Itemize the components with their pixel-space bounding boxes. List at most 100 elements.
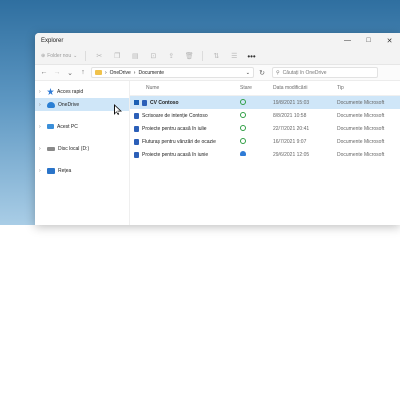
file-row[interactable]: Proiecte pentru acasă în iulie 22/7/2021… (130, 122, 400, 135)
file-date: 8/8/2021 10:58 (273, 112, 307, 119)
file-date: 22/7/2021 20:41 (273, 125, 310, 132)
file-row[interactable]: Fluturaș pentru vânzări de ocazie 16/7/2… (130, 135, 400, 148)
breadcrumb-separator: › (105, 69, 107, 76)
file-name-cell: Proiecte pentru acasă în iulie (130, 125, 240, 132)
new-folder-label: Folder nou (47, 53, 72, 59)
word-document-icon (134, 125, 139, 132)
file-type: Documente Microsoft (337, 125, 385, 132)
file-date: 16/7/2021 9:07 (273, 138, 307, 145)
title-bar[interactable]: Explorer — □ ✕ (35, 33, 400, 48)
network-icon (47, 167, 55, 174)
sidebar-item-local-disk[interactable]: › Disc local (D:) (35, 142, 129, 155)
sidebar-item-label: Acest PC (57, 123, 78, 130)
file-row[interactable]: Scrisoare de intenție Contoso 8/8/2021 1… (130, 109, 400, 122)
file-name: CV Contoso (150, 99, 179, 106)
address-dropdown-icon[interactable]: ⌄ (246, 70, 250, 76)
column-header-name[interactable]: Nume (130, 85, 240, 91)
minimize-button[interactable]: — (337, 33, 358, 48)
expand-chevron-icon[interactable]: › (39, 168, 44, 174)
up-arrow-icon[interactable]: ↑ (78, 67, 88, 79)
pc-icon (47, 124, 54, 129)
sidebar-item-label: Disc local (D:) (58, 145, 90, 152)
sync-ok-icon (240, 111, 246, 118)
file-status-cell (240, 98, 273, 107)
file-row[interactable]: Proiecte pentru acasă în iunie 29/6/2021… (130, 148, 400, 161)
expand-chevron-icon[interactable]: › (39, 89, 44, 95)
expand-chevron-icon[interactable]: › (39, 124, 44, 130)
file-name-cell: CV Contoso (130, 99, 240, 106)
file-name-cell: Scrisoare de intenție Contoso (130, 112, 240, 119)
expand-chevron-icon[interactable]: › (39, 146, 44, 152)
more-options-icon[interactable]: ••• (247, 52, 255, 61)
copy-icon[interactable]: ❐ (112, 51, 122, 61)
search-placeholder: Căutați în OneDrive (282, 69, 327, 76)
row-checkbox[interactable] (134, 100, 139, 105)
forward-arrow-icon[interactable]: → (52, 67, 62, 79)
share-icon[interactable]: ⇪ (166, 51, 176, 61)
file-status-cell (240, 137, 273, 146)
file-name-cell: Proiecte pentru acasă în iunie (130, 151, 240, 158)
recent-chevron-icon[interactable]: ⌄ (65, 67, 75, 79)
word-document-icon (134, 138, 139, 145)
search-box[interactable]: ⚲ Căutați în OneDrive (272, 67, 378, 78)
window-title: Explorer (41, 37, 64, 44)
desktop-lower-area (0, 225, 400, 400)
sync-ok-icon (240, 137, 246, 144)
star-icon (47, 88, 54, 95)
explorer-window: Explorer — □ ✕ ⊕ Folder nou ⌄ ✂ ❐ ▤ ⊡ ⇪ … (35, 33, 400, 225)
file-status-cell (240, 111, 273, 120)
sidebar-item-label: Acces rapid (57, 88, 84, 95)
new-folder-button[interactable]: ⊕ Folder nou ⌄ (41, 53, 77, 59)
expand-chevron-icon[interactable]: › (39, 102, 44, 108)
word-document-icon (134, 112, 139, 119)
file-row[interactable]: CV Contoso 19/8/2021 15:03 Documente Mic… (130, 96, 400, 109)
file-name: Scrisoare de intenție Contoso (142, 112, 208, 119)
file-type: Documente Microsoft (337, 151, 385, 158)
file-name: Fluturaș pentru vânzări de ocazie (142, 138, 216, 145)
column-header-date[interactable]: Data modificării (273, 85, 337, 91)
address-bar[interactable]: › OneDrive › Documente ⌄ (91, 67, 254, 78)
refresh-icon[interactable]: ↻ (257, 67, 267, 79)
sidebar-item-quick-access[interactable]: › Acces rapid (35, 85, 129, 98)
file-type: Documente Microsoft (337, 99, 385, 106)
search-icon: ⚲ (276, 69, 280, 76)
file-name-cell: Fluturaș pentru vânzări de ocazie (130, 138, 240, 145)
chevron-down-icon: ⌄ (73, 53, 78, 59)
explorer-body: › Acces rapid › OneDrive › Acest PC › Di… (35, 81, 400, 225)
paste-icon[interactable]: ▤ (130, 51, 140, 61)
cloud-only-icon (240, 151, 246, 156)
cloud-icon (47, 101, 55, 108)
file-status-cell (240, 124, 273, 133)
file-type: Documente Microsoft (337, 138, 385, 145)
back-arrow-icon[interactable]: ← (39, 67, 49, 79)
delete-icon[interactable]: 🗑 (184, 51, 194, 61)
cut-icon[interactable]: ✂ (94, 51, 104, 61)
file-date: 19/8/2021 15:03 (273, 99, 310, 106)
maximize-button[interactable]: □ (358, 33, 379, 48)
disk-icon (47, 146, 55, 151)
breadcrumb-onedrive[interactable]: OneDrive (110, 70, 131, 76)
sidebar-item-label: OneDrive (58, 101, 80, 108)
file-status-cell (240, 151, 273, 158)
sidebar-item-network[interactable]: › Rețea (35, 164, 129, 177)
close-button[interactable]: ✕ (379, 33, 400, 48)
navigation-pane: › Acces rapid › OneDrive › Acest PC › Di… (35, 81, 130, 225)
sync-ok-icon (240, 98, 246, 105)
column-header-status[interactable]: Stare (240, 85, 273, 91)
command-bar: ⊕ Folder nou ⌄ ✂ ❐ ▤ ⊡ ⇪ 🗑 ⇅ ☰ ••• (35, 48, 400, 65)
plus-icon: ⊕ (41, 53, 46, 59)
view-icon[interactable]: ☰ (229, 51, 239, 61)
sidebar-item-this-pc[interactable]: › Acest PC (35, 120, 129, 133)
sort-icon[interactable]: ⇅ (211, 51, 221, 61)
file-list-header: Nume Stare Data modificării Tip (130, 81, 400, 96)
breadcrumb-separator: › (133, 69, 136, 76)
navigation-row: ← → ⌄ ↑ › OneDrive › Documente ⌄ ↻ ⚲ Cău… (35, 65, 400, 81)
window-controls: — □ ✕ (337, 33, 400, 48)
file-list: Nume Stare Data modificării Tip CV Conto… (130, 81, 400, 225)
rename-icon[interactable]: ⊡ (148, 51, 158, 61)
file-type: Documente Microsoft (337, 112, 385, 119)
column-header-type[interactable]: Tip (337, 85, 400, 91)
breadcrumb-documente[interactable]: Documente (138, 70, 164, 76)
